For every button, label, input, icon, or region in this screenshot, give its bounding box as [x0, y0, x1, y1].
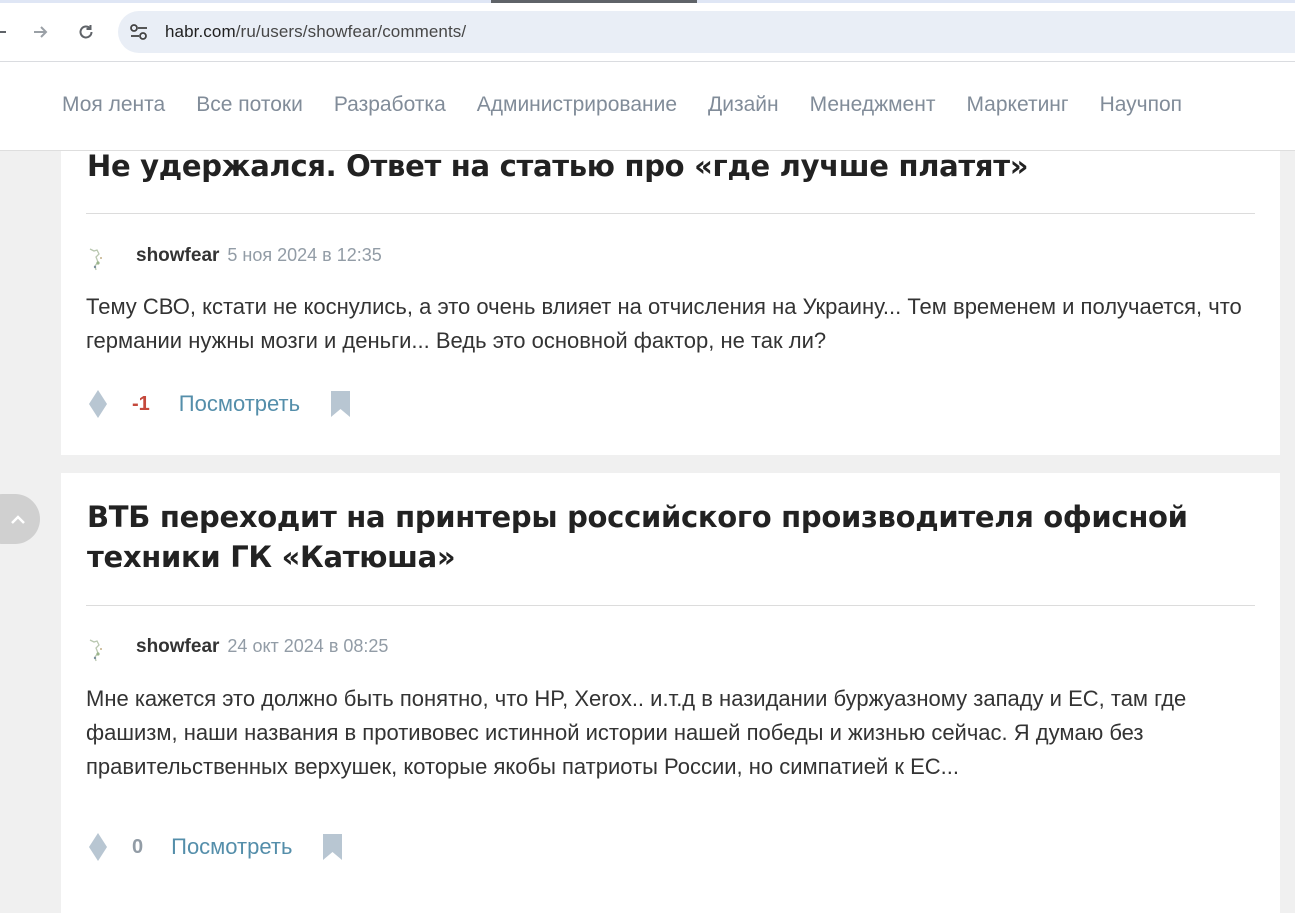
- comment-meta: showfear 5 ноя 2024 в 12:35: [86, 245, 382, 275]
- divider: [86, 213, 1255, 214]
- nav-item-development[interactable]: Разработка: [334, 93, 446, 117]
- vote-icon[interactable]: [87, 832, 109, 862]
- arrow-left-icon: [0, 31, 6, 33]
- comment-text: Тему СВО, кстати не коснулись, а это оче…: [86, 294, 1242, 353]
- divider: [86, 605, 1255, 606]
- nav-item-all-streams[interactable]: Все потоки: [196, 93, 303, 117]
- comment-score: 0: [132, 835, 144, 858]
- view-comment-link[interactable]: Посмотреть: [179, 391, 300, 417]
- comment-actions: -1 Посмотреть: [87, 389, 351, 419]
- reload-icon: [79, 25, 93, 39]
- url-host: habr.com: [165, 22, 236, 41]
- comment-datetime[interactable]: 24 окт 2024 в 08:25: [227, 636, 388, 657]
- active-tab-indicator[interactable]: [491, 0, 697, 3]
- avatar[interactable]: [86, 245, 110, 275]
- nav-item-my-feed[interactable]: Моя лента: [62, 93, 165, 117]
- article-title-link[interactable]: Не удержался. Ответ на статью про «где л…: [87, 146, 1256, 186]
- view-comment-link[interactable]: Посмотреть: [171, 834, 292, 860]
- back-button[interactable]: [0, 18, 14, 46]
- tune-icon[interactable]: [128, 22, 150, 42]
- browser-toolbar: habr.com/ru/users/showfear/comments/: [0, 0, 1295, 62]
- author-link[interactable]: showfear: [136, 245, 219, 267]
- bookmark-icon[interactable]: [322, 833, 343, 861]
- article-title-link[interactable]: ВТБ переходит на принтеры российского пр…: [87, 497, 1256, 577]
- nav-item-management[interactable]: Менеджмент: [810, 93, 936, 117]
- comment-actions: 0 Посмотреть: [87, 832, 343, 862]
- address-bar[interactable]: habr.com/ru/users/showfear/comments/: [118, 11, 1295, 53]
- nav-item-design[interactable]: Дизайн: [708, 93, 779, 117]
- chevron-up-icon: [11, 515, 25, 524]
- author-link[interactable]: showfear: [136, 636, 219, 658]
- url-text[interactable]: habr.com/ru/users/showfear/comments/: [165, 22, 466, 42]
- comment-score: -1: [132, 392, 150, 415]
- site-header: Моя лента Все потоки Разработка Админист…: [0, 62, 1295, 151]
- vote-icon[interactable]: [87, 389, 109, 419]
- nav-item-marketing[interactable]: Маркетинг: [966, 93, 1068, 117]
- comment-card: ВТБ переходит на принтеры российского пр…: [61, 473, 1280, 913]
- comment-datetime[interactable]: 5 ноя 2024 в 12:35: [227, 245, 381, 266]
- bookmark-icon[interactable]: [330, 390, 351, 418]
- reload-button[interactable]: [72, 18, 100, 46]
- main-nav: Моя лента Все потоки Разработка Админист…: [62, 93, 1213, 117]
- arrow-right-icon: [34, 26, 48, 38]
- scroll-to-top-button[interactable]: [0, 494, 40, 544]
- avatar[interactable]: [86, 636, 110, 666]
- nav-item-popsci[interactable]: Научпоп: [1100, 93, 1182, 117]
- comment-text: Мне кажется это должно быть понятно, что…: [86, 686, 1187, 779]
- comment-meta: showfear 24 окт 2024 в 08:25: [86, 636, 388, 666]
- url-path: /ru/users/showfear/comments/: [235, 22, 467, 41]
- nav-item-administration[interactable]: Администрирование: [477, 93, 677, 117]
- forward-button[interactable]: [26, 18, 54, 46]
